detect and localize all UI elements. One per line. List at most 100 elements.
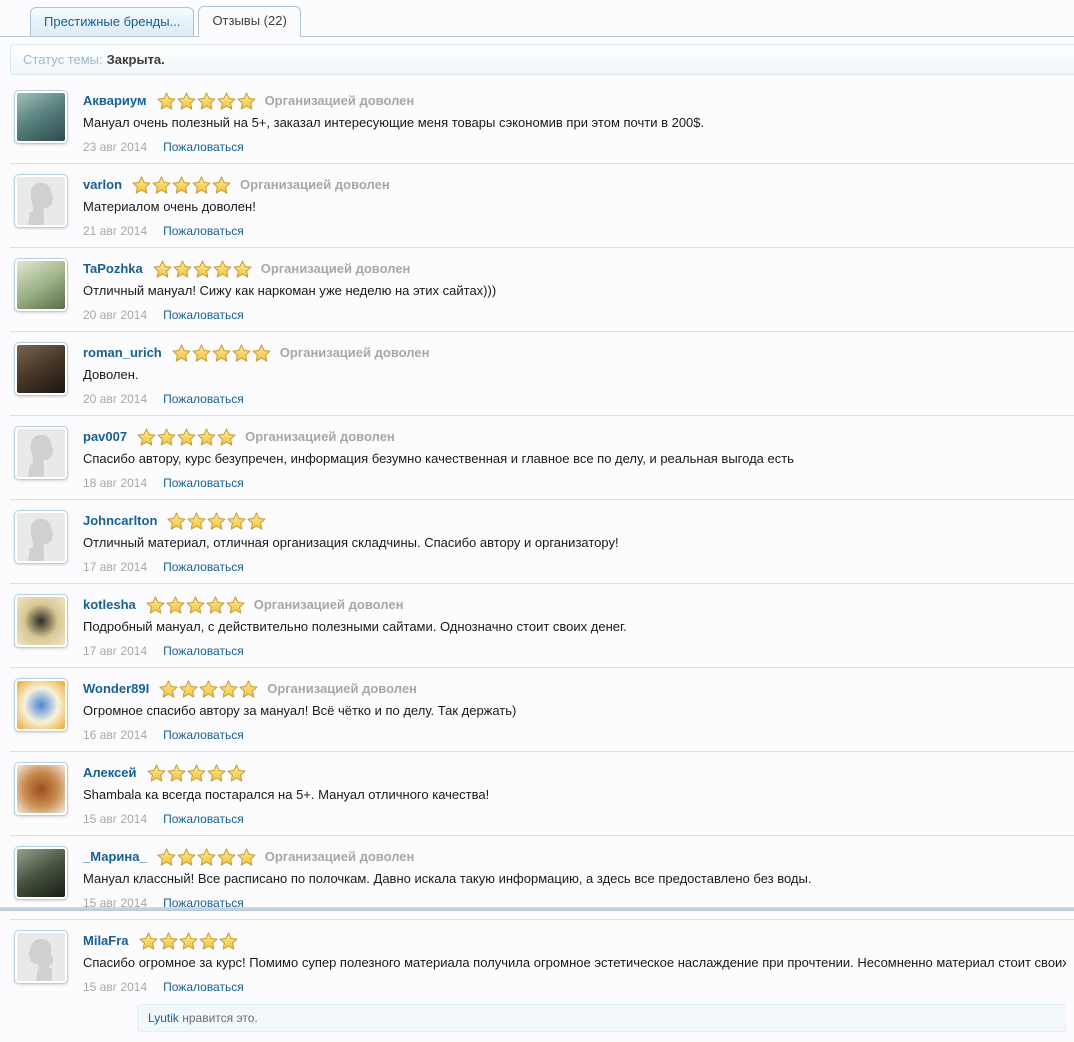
avatar[interactable] bbox=[14, 930, 68, 984]
avatar-image bbox=[17, 849, 65, 897]
review-header: varlon Организацией доволен bbox=[83, 174, 1066, 195]
review-header: MilaFra bbox=[83, 930, 1066, 951]
star-icon bbox=[167, 511, 186, 530]
report-link[interactable]: Пожаловаться bbox=[163, 392, 244, 406]
review-meta: 16 авг 2014 Пожаловаться bbox=[83, 728, 1066, 742]
star-icon bbox=[157, 427, 176, 446]
review-date: 15 авг 2014 bbox=[83, 812, 148, 826]
avatar[interactable] bbox=[14, 762, 68, 816]
star-icon bbox=[226, 763, 246, 782]
star-icon bbox=[227, 511, 246, 530]
username-link[interactable]: TaPozhka bbox=[83, 261, 143, 276]
default-avatar-male-icon bbox=[17, 513, 65, 561]
star-icon bbox=[158, 931, 178, 950]
avatar[interactable] bbox=[14, 594, 68, 648]
username-link[interactable]: Wonder89I bbox=[83, 681, 149, 696]
review-date: 23 авг 2014 bbox=[83, 140, 148, 154]
avatar[interactable] bbox=[14, 426, 68, 480]
avatar-image bbox=[17, 261, 65, 309]
review-meta: 23 авг 2014 Пожаловаться bbox=[83, 140, 1066, 154]
tab-reviews[interactable]: Отзывы (22) bbox=[198, 6, 301, 37]
avatar[interactable] bbox=[14, 510, 68, 564]
star-icon bbox=[157, 91, 176, 110]
star-icon bbox=[198, 931, 218, 950]
avatar[interactable] bbox=[14, 90, 68, 144]
report-link[interactable]: Пожаловаться bbox=[163, 308, 244, 322]
liker-link[interactable]: Lyutik bbox=[148, 1011, 179, 1025]
thread-status-value: Закрыта. bbox=[106, 52, 165, 67]
username-link[interactable]: Johncarlton bbox=[83, 513, 157, 528]
avatar-image bbox=[17, 93, 65, 141]
review-row: Wonder89I Организацией доволен Огромное … bbox=[10, 668, 1074, 752]
review-meta: 18 авг 2014 Пожаловаться bbox=[83, 476, 1066, 490]
star-icon bbox=[218, 931, 238, 950]
review-body: kotlesha Организацией доволен Подробный … bbox=[83, 594, 1066, 658]
report-link[interactable]: Пожаловаться bbox=[163, 728, 244, 742]
star-icon bbox=[197, 847, 216, 866]
review-row: Аквариум Организацией доволен Мануал оче… bbox=[10, 80, 1074, 164]
review-date: 17 авг 2014 bbox=[83, 560, 148, 574]
username-link[interactable]: pav007 bbox=[83, 429, 127, 444]
review-text: Спасибо огромное за курс! Помимо супер п… bbox=[83, 955, 1066, 970]
review-text: Отличный материал, отличная организация … bbox=[83, 535, 619, 550]
star-icon bbox=[146, 763, 166, 782]
review-header: pav007 Организацией доволен bbox=[83, 426, 1066, 447]
review-meta: 21 авг 2014 Пожаловаться bbox=[83, 224, 1066, 238]
star-icon bbox=[132, 175, 151, 194]
report-link[interactable]: Пожаловаться bbox=[163, 644, 244, 658]
report-link[interactable]: Пожаловаться bbox=[163, 812, 244, 826]
star-icon bbox=[226, 595, 245, 614]
username-link[interactable]: _Марина_ bbox=[83, 849, 147, 864]
review-header: Алексей bbox=[83, 762, 1066, 783]
review-text: Огромное спасибо автору за мануал! Всё ч… bbox=[83, 703, 517, 718]
section-divider bbox=[0, 907, 1074, 911]
avatar-image bbox=[17, 765, 65, 813]
reviews-list: Аквариум Организацией доволен Мануал оче… bbox=[0, 80, 1074, 1042]
star-icon bbox=[172, 343, 191, 362]
star-icon bbox=[187, 511, 206, 530]
review-date: 16 авг 2014 bbox=[83, 728, 148, 742]
default-avatar-female-icon bbox=[17, 933, 65, 981]
username-link[interactable]: MilaFra bbox=[83, 933, 129, 948]
review-body: Johncarlton Отличный материал, отличная … bbox=[83, 510, 1066, 574]
review-header: Wonder89I Организацией доволен bbox=[83, 678, 1066, 699]
review-row: kotlesha Организацией доволен Подробный … bbox=[10, 584, 1074, 668]
rating-stars bbox=[153, 259, 252, 278]
avatar[interactable] bbox=[14, 342, 68, 396]
review-date: 21 авг 2014 bbox=[83, 224, 148, 238]
username-link[interactable]: kotlesha bbox=[83, 597, 136, 612]
rating-stars bbox=[132, 175, 231, 194]
star-icon bbox=[178, 931, 198, 950]
star-icon bbox=[219, 679, 238, 698]
avatar[interactable] bbox=[14, 846, 68, 900]
username-link[interactable]: Алексей bbox=[83, 765, 137, 780]
review-header: TaPozhka Организацией доволен bbox=[83, 258, 1066, 279]
review-text: Shambala ка всегда постарался на 5+. Ман… bbox=[83, 787, 490, 802]
star-icon bbox=[186, 595, 205, 614]
star-icon bbox=[252, 343, 271, 362]
avatar[interactable] bbox=[14, 174, 68, 228]
avatar[interactable] bbox=[14, 678, 68, 732]
username-link[interactable]: varlon bbox=[83, 177, 122, 192]
tab-prestigious-brands[interactable]: Престижные бренды... bbox=[30, 7, 195, 36]
avatar[interactable] bbox=[14, 258, 68, 312]
review-body: roman_urich Организацией доволен Доволен… bbox=[83, 342, 1066, 406]
report-link[interactable]: Пожаловаться bbox=[163, 476, 244, 490]
report-link[interactable]: Пожаловаться bbox=[163, 224, 244, 238]
review-row: Алексей Shambala ка всегда постарался на… bbox=[10, 752, 1074, 836]
username-link[interactable]: Аквариум bbox=[83, 93, 147, 108]
review-row: varlon Организацией доволен Материалом о… bbox=[10, 164, 1074, 248]
org-satisfied-label: Организацией доволен bbox=[260, 261, 411, 276]
report-link[interactable]: Пожаловаться bbox=[163, 980, 244, 994]
star-icon bbox=[212, 175, 231, 194]
review-date: 18 авг 2014 bbox=[83, 476, 148, 490]
review-meta: 15 авг 2014 Пожаловаться bbox=[83, 980, 1066, 994]
review-meta: 20 авг 2014 Пожаловаться bbox=[83, 308, 1066, 322]
report-link[interactable]: Пожаловаться bbox=[163, 140, 244, 154]
org-satisfied-label: Организацией доволен bbox=[264, 849, 415, 864]
org-satisfied-label: Организацией доволен bbox=[253, 597, 404, 612]
username-link[interactable]: roman_urich bbox=[83, 345, 162, 360]
default-avatar-male-icon bbox=[17, 177, 65, 225]
report-link[interactable]: Пожаловаться bbox=[163, 560, 244, 574]
review-text: Спасибо автору, курс безупречен, информа… bbox=[83, 451, 794, 466]
